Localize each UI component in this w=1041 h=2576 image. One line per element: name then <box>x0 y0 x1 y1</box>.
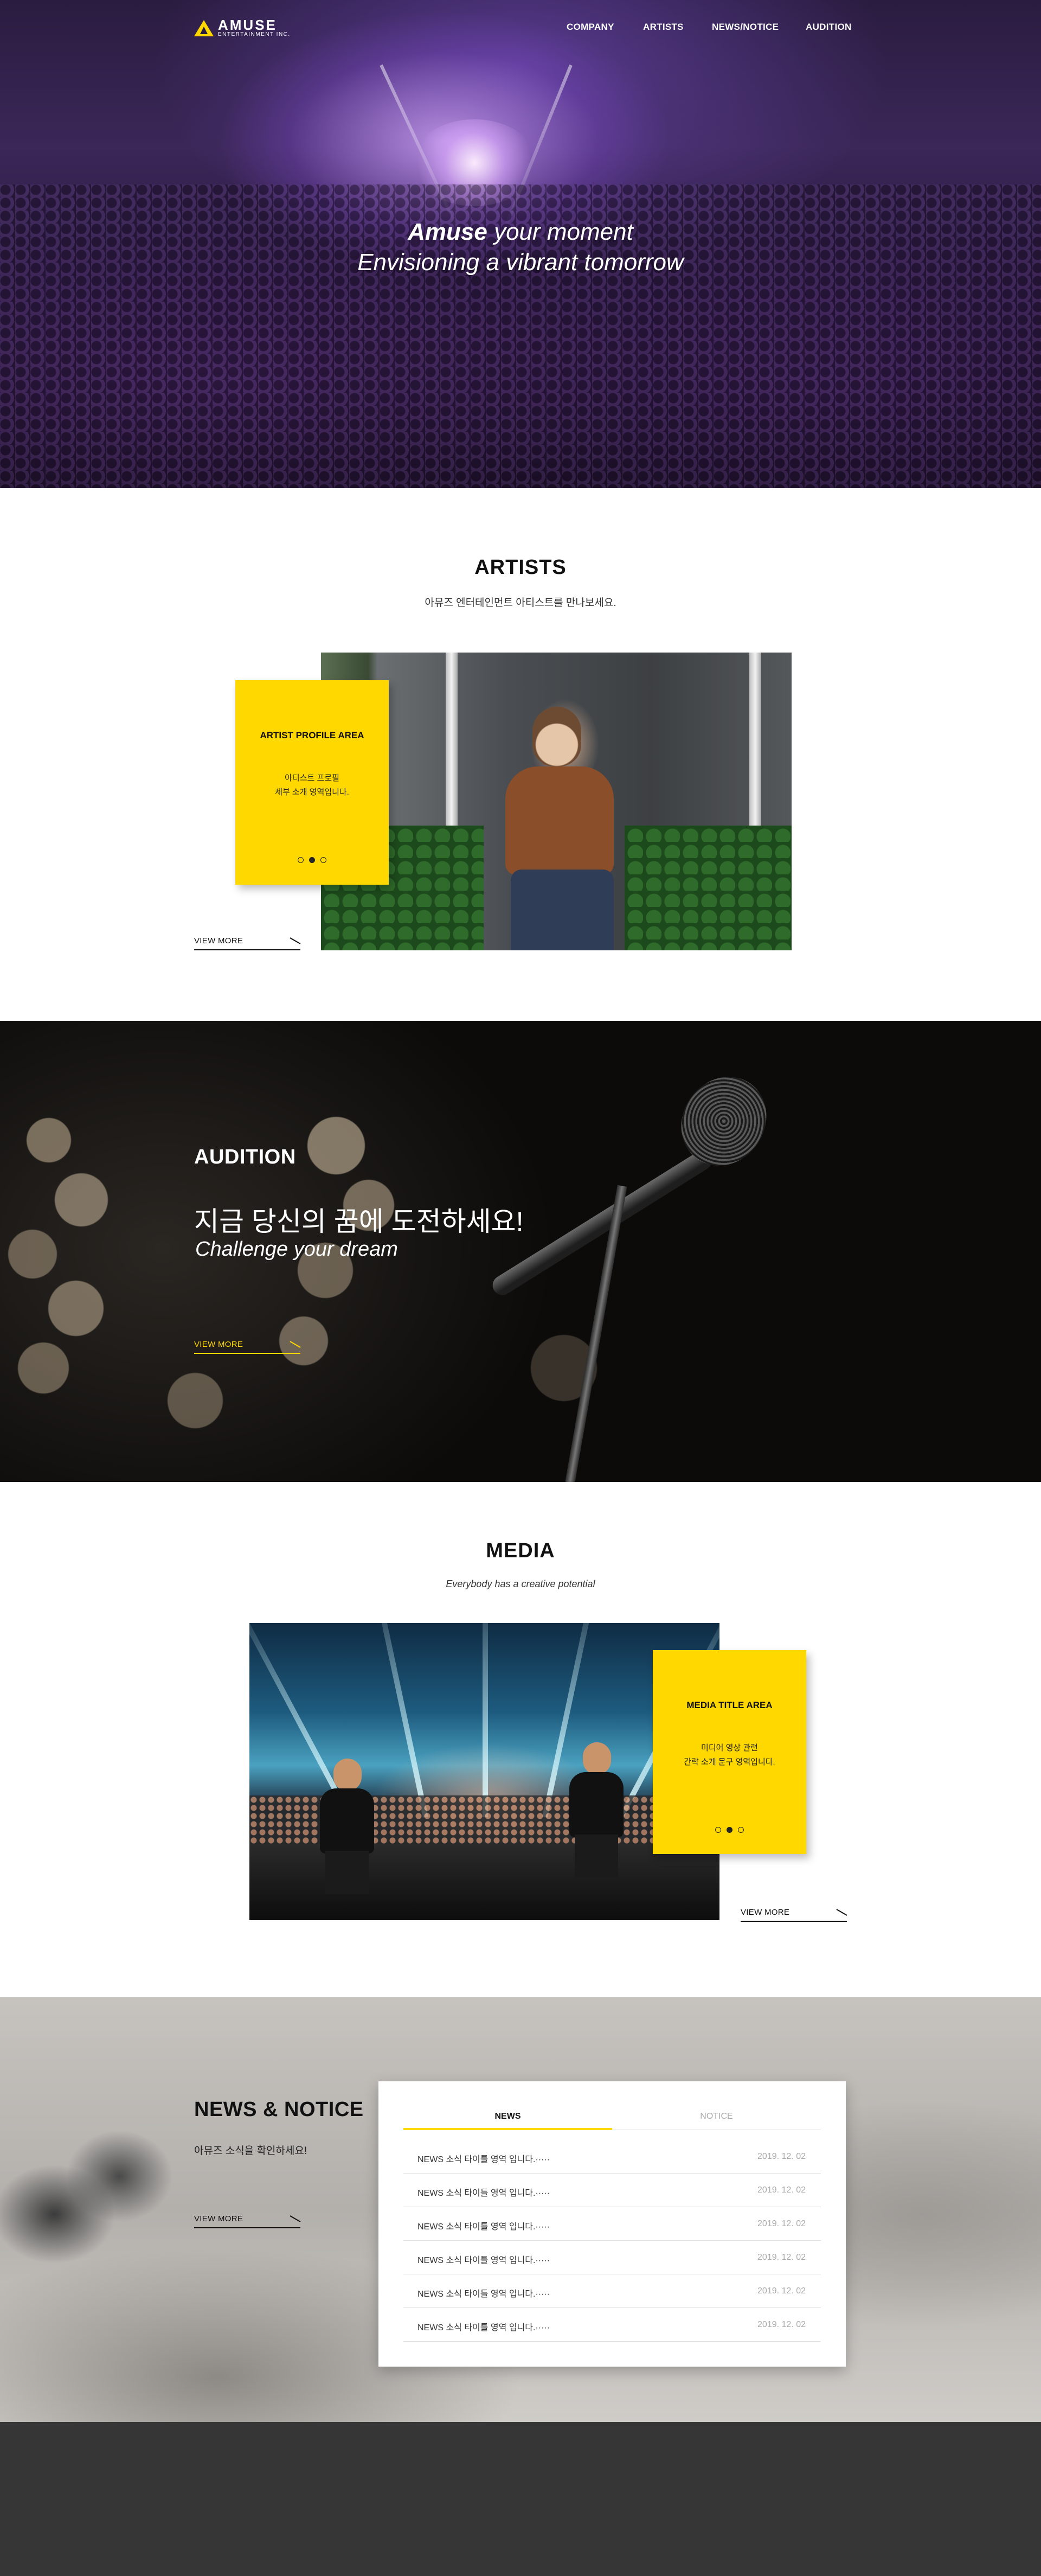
news-item-title: NEWS 소식 타이틀 영역 입니다.····· <box>417 2189 550 2198</box>
media-slider-dots <box>653 1827 806 1833</box>
media-section: MEDIA Everybody has a creative potential… <box>0 1482 1041 1997</box>
view-more-line <box>194 1353 300 1354</box>
view-more-line <box>741 1921 847 1922</box>
news-panel: NEWS NOTICE NEWS 소식 타이틀 영역 입니다.····· 2019… <box>378 2081 846 2367</box>
logo-text: AMUSE <box>218 17 277 33</box>
artist-card-title: ARTIST PROFILE AREA <box>260 730 364 740</box>
logo-triangle-icon <box>194 20 214 36</box>
view-more-line <box>194 949 300 950</box>
news-list: NEWS 소식 타이틀 영역 입니다.····· 2019. 12. 02 NEW… <box>403 2140 821 2342</box>
arrow-right-icon <box>290 2215 301 2222</box>
media-view-more-link[interactable]: VIEW MORE <box>741 1908 847 1922</box>
news-subtitle: 아뮤즈 소식을 확인하세요! <box>194 2145 307 2157</box>
news-item-date: 2019. 12. 02 <box>757 2320 806 2329</box>
artists-view-more-link[interactable]: VIEW MORE <box>194 936 301 950</box>
arrow-right-icon <box>290 1341 301 1348</box>
slider-dot[interactable] <box>738 1827 744 1833</box>
news-list-item[interactable]: NEWS 소식 타이틀 영역 입니다.····· 2019. 12. 02 <box>403 2207 821 2241</box>
news-item-date: 2019. 12. 02 <box>757 2253 806 2262</box>
news-item-date: 2019. 12. 02 <box>757 2286 806 2296</box>
view-more-label: VIEW MORE <box>194 936 243 945</box>
menu-artists[interactable]: ARTISTS <box>643 22 684 33</box>
news-view-more-link[interactable]: VIEW MORE <box>194 2214 301 2228</box>
slider-dot-active[interactable] <box>309 857 315 863</box>
hero-line-1: Amuse your moment <box>0 217 1041 247</box>
media-card-title: MEDIA TITLE AREA <box>686 1700 773 1710</box>
dj-figure <box>314 1759 380 1894</box>
footer <box>0 2422 1041 2576</box>
tab-notice[interactable]: NOTICE <box>612 2103 821 2130</box>
news-list-item[interactable]: NEWS 소식 타이틀 영역 입니다.····· 2019. 12. 02 <box>403 2274 821 2308</box>
artist-card-desc-line-1: 아티스트 프로필 <box>285 774 339 783</box>
artist-card-desc-line-2: 세부 소개 영역입니다. <box>275 788 349 797</box>
light-beam <box>483 1623 488 1817</box>
slider-dot-active[interactable] <box>727 1827 732 1833</box>
hero-brand-word: Amuse <box>408 219 487 245</box>
news-title: NEWS & NOTICE <box>194 2098 364 2121</box>
media-title: MEDIA <box>486 1539 555 1562</box>
news-list-item[interactable]: NEWS 소식 타이틀 영역 입니다.····· 2019. 12. 02 <box>403 2140 821 2174</box>
hero-line-2: Envisioning a vibrant tomorrow <box>357 249 684 276</box>
artist-photo <box>321 653 792 950</box>
news-item-date: 2019. 12. 02 <box>757 2152 806 2161</box>
plants <box>625 826 792 950</box>
audition-title: AUDITION <box>194 1146 296 1168</box>
media-photo <box>249 1623 719 1920</box>
audition-headline-ko: 지금 당신의 꿈에 도전하세요! <box>194 1206 524 1237</box>
artists-subtitle: 아뮤즈 엔터테인먼트 아티스트를 만나보세요. <box>425 597 616 609</box>
slider-dot[interactable] <box>298 857 304 863</box>
artist-figure <box>500 707 619 950</box>
news-item-title: NEWS 소식 타이틀 영역 입니다.····· <box>417 2222 550 2232</box>
artists-section: ARTISTS 아뮤즈 엔터테인먼트 아티스트를 만나보세요. ARTIST P… <box>0 488 1041 1021</box>
slider-dot[interactable] <box>320 857 326 863</box>
arrow-right-icon <box>290 937 301 944</box>
artists-title: ARTISTS <box>474 556 567 579</box>
view-more-line <box>194 2227 300 2228</box>
news-tabs: NEWS NOTICE <box>403 2103 821 2130</box>
news-item-title: NEWS 소식 타이틀 영역 입니다.····· <box>417 2155 550 2164</box>
media-card-desc-line-2: 간략 소개 문구 영역입니다. <box>684 1757 775 1767</box>
news-item-title: NEWS 소식 타이틀 영역 입니다.····· <box>417 2256 550 2265</box>
news-list-item[interactable]: NEWS 소식 타이틀 영역 입니다.····· 2019. 12. 02 <box>403 2308 821 2342</box>
menu-news-notice[interactable]: NEWS/NOTICE <box>712 22 779 33</box>
hero-copy: Amuse your moment Envisioning a vibrant … <box>0 217 1041 278</box>
audition-headline-en: Challenge your dream <box>195 1238 398 1261</box>
artist-slider-dots <box>235 857 389 863</box>
news-list-item[interactable]: NEWS 소식 타이틀 영역 입니다.····· 2019. 12. 02 <box>403 2174 821 2207</box>
tab-news[interactable]: NEWS <box>403 2103 612 2130</box>
hero-section: AMUSE ENTERTAINMENT INC. COMPANY ARTISTS… <box>0 0 1041 488</box>
view-more-label: VIEW MORE <box>194 1340 243 1349</box>
news-item-date: 2019. 12. 02 <box>757 2185 806 2195</box>
media-title-card: MEDIA TITLE AREA 미디어 영상 관련 간략 소개 문구 영역입니… <box>653 1650 806 1854</box>
news-notice-section: NEWS & NOTICE 아뮤즈 소식을 확인하세요! VIEW MORE N… <box>0 1997 1041 2422</box>
dj-figure <box>564 1742 629 1878</box>
view-more-label: VIEW MORE <box>194 2214 243 2223</box>
artist-card-desc: 아티스트 프로필 세부 소개 영역입니다. <box>235 771 389 800</box>
hero-line-1-rest: your moment <box>487 219 633 245</box>
audition-view-more-link[interactable]: VIEW MORE <box>194 1340 301 1354</box>
news-item-date: 2019. 12. 02 <box>757 2219 806 2228</box>
news-item-title: NEWS 소식 타이틀 영역 입니다.····· <box>417 2290 550 2299</box>
slider-dot[interactable] <box>715 1827 721 1833</box>
light-beam <box>371 1623 428 1818</box>
news-list-item[interactable]: NEWS 소식 타이틀 영역 입니다.····· 2019. 12. 02 <box>403 2241 821 2274</box>
media-card-desc: 미디어 영상 관련 간략 소개 문구 영역입니다. <box>653 1741 806 1769</box>
news-item-title: NEWS 소식 타이틀 영역 입니다.····· <box>417 2323 550 2332</box>
artist-profile-card: ARTIST PROFILE AREA 아티스트 프로필 세부 소개 영역입니다… <box>235 680 389 885</box>
menu-audition[interactable]: AUDITION <box>806 22 852 33</box>
logo-subtext: ENTERTAINMENT INC. <box>218 31 291 37</box>
arrow-right-icon <box>836 1909 847 1916</box>
top-nav: AMUSE ENTERTAINMENT INC. COMPANY ARTISTS… <box>0 0 1041 54</box>
media-subtitle: Everybody has a creative potential <box>446 1578 595 1589</box>
media-card-desc-line-1: 미디어 영상 관련 <box>701 1743 758 1753</box>
view-more-label: VIEW MORE <box>741 1908 790 1917</box>
menu-company[interactable]: COMPANY <box>567 22 614 33</box>
audition-section: AUDITION 지금 당신의 꿈에 도전하세요! Challenge your… <box>0 1021 1041 1482</box>
logo[interactable]: AMUSE ENTERTAINMENT INC. <box>194 18 291 38</box>
